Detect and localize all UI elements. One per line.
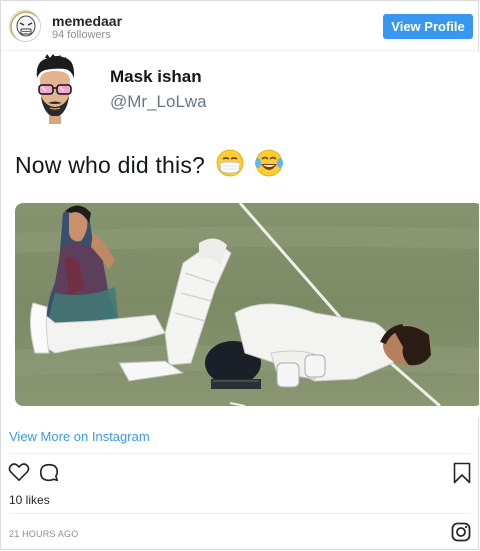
post-header: memedaar 94 followers View Profile [1,1,479,51]
tweet-author-avatar [36,54,75,124]
instagram-icon[interactable] [451,522,471,547]
face-with-medical-mask-emoji [216,149,244,183]
rage-face-icon [10,11,40,41]
tweet-text-content: Now who did this? [15,152,206,178]
cricket-photo [15,203,479,406]
tweet-author-name: Mask ishan [110,67,202,86]
post-media[interactable]: Mask ishan @Mr_LoLwa Now who did this? [1,52,479,418]
like-count: 10 likes [9,493,50,507]
follower-count: 94 followers [52,29,111,41]
bookmark-icon[interactable] [453,462,471,489]
username[interactable]: memedaar [52,13,122,29]
divider [9,453,471,454]
view-more-link[interactable]: View More on Instagram [9,429,150,444]
heart-icon[interactable] [8,462,30,487]
tweet-text: Now who did this? [15,149,284,183]
view-profile-button[interactable]: View Profile [383,14,473,39]
profile-avatar[interactable] [9,10,41,42]
tweet-author-handle: @Mr_LoLwa [110,92,207,111]
instagram-embed-card: memedaar 94 followers View Profile Mask … [0,0,479,550]
post-timestamp: 21 HOURS AGO [9,529,79,539]
divider [9,513,471,514]
face-with-tears-of-joy-emoji [254,149,284,183]
comment-icon[interactable] [38,462,60,489]
